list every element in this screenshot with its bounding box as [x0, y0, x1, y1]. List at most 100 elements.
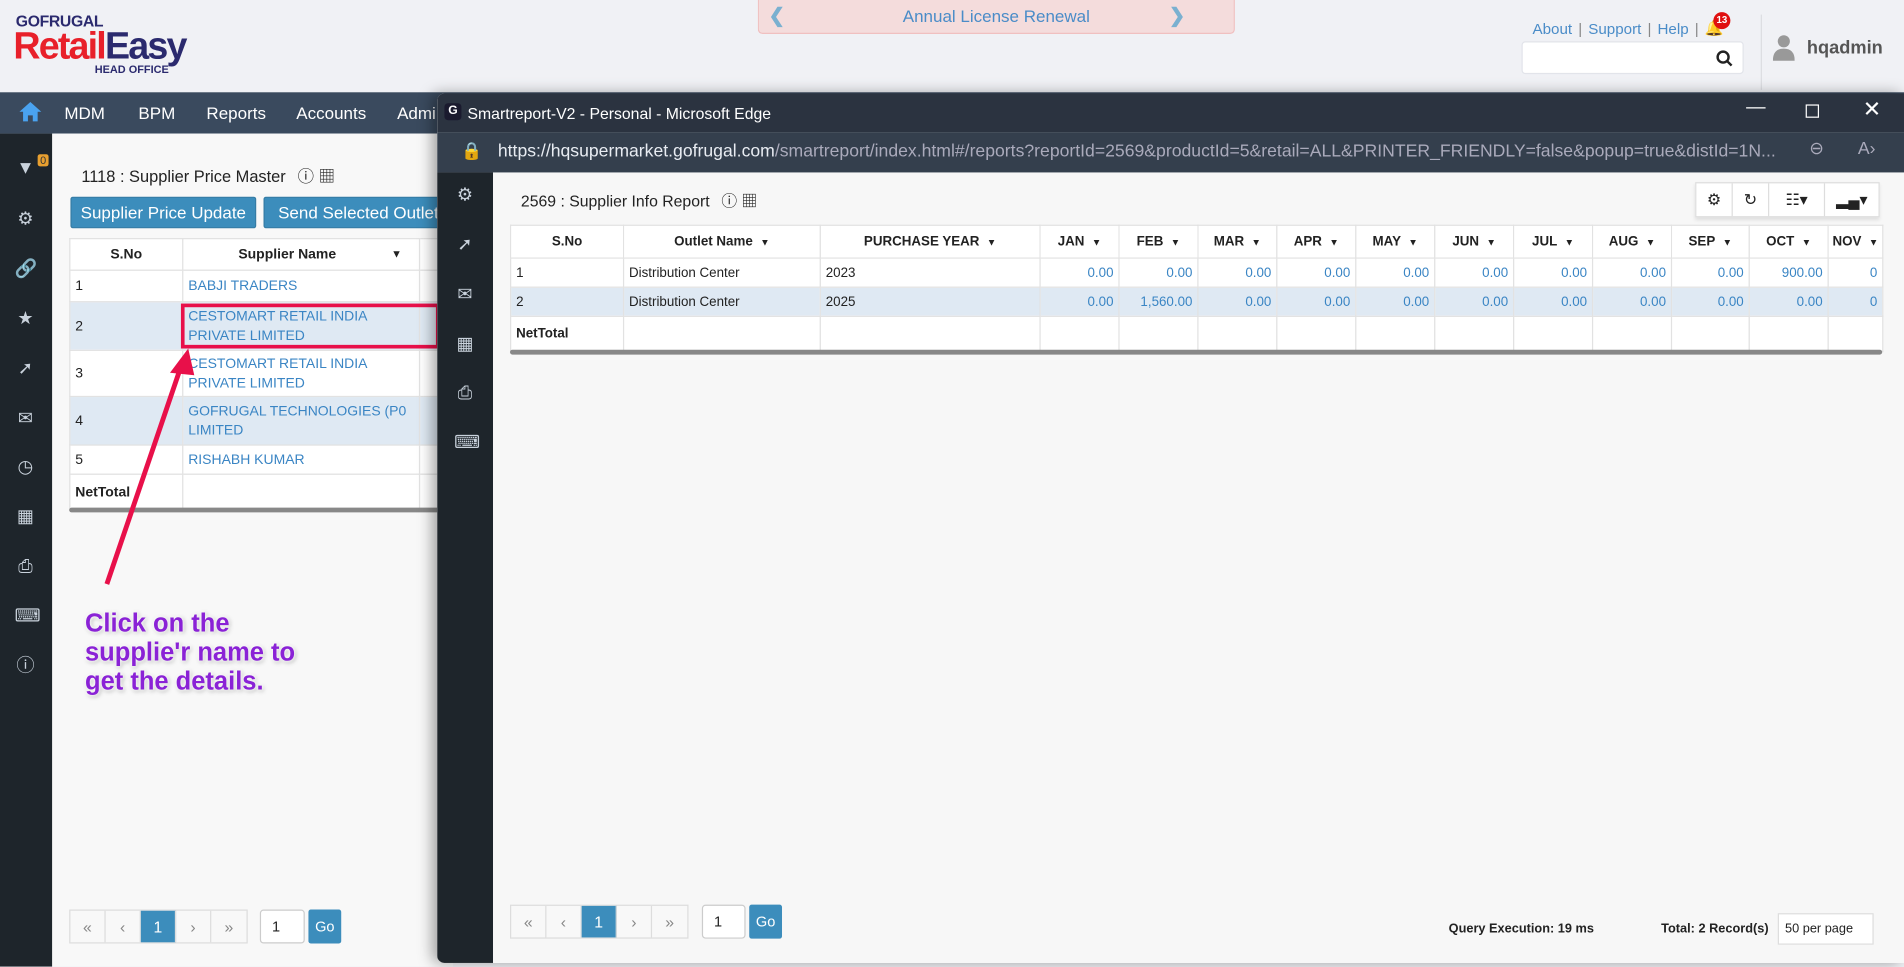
- user-avatar-icon[interactable]: [1772, 33, 1795, 62]
- col-nov[interactable]: NOV ▼: [1827, 224, 1884, 259]
- col-mar[interactable]: MAR ▼: [1197, 224, 1278, 259]
- go-button[interactable]: Go: [308, 909, 342, 944]
- keyboard-icon[interactable]: ⌨: [454, 432, 480, 454]
- go-button[interactable]: Go: [749, 904, 783, 939]
- sort-caret-icon[interactable]: ▼: [1646, 237, 1656, 248]
- send-selected-outlet-button[interactable]: Send Selected Outlet: [263, 196, 446, 229]
- month-value-cell[interactable]: 0.00: [1591, 286, 1673, 317]
- page-1-button[interactable]: 1: [140, 910, 177, 943]
- nav-reports[interactable]: Reports: [206, 103, 266, 122]
- refresh-icon[interactable]: ↻: [1733, 183, 1770, 217]
- keyboard-icon[interactable]: ⌨: [15, 606, 41, 628]
- star-icon[interactable]: ★: [15, 308, 37, 330]
- page-1-button[interactable]: 1: [581, 905, 617, 938]
- maximize-button[interactable]: [1805, 104, 1820, 118]
- sort-caret-icon[interactable]: ▼: [987, 237, 997, 248]
- nav-accounts[interactable]: Accounts: [296, 103, 366, 122]
- address-bar[interactable]: 🔒 https://hqsupermarket.gofrugal.com/sma…: [437, 132, 1904, 173]
- col-jan[interactable]: JAN ▼: [1039, 224, 1120, 259]
- col-aug[interactable]: AUG ▼: [1591, 224, 1673, 259]
- sort-caret-icon[interactable]: ▼: [1723, 237, 1733, 248]
- last-page-button[interactable]: »: [652, 906, 687, 938]
- supplier-name-link[interactable]: CESTOMART RETAIL INDIA PRIVATE LIMITED: [182, 349, 421, 398]
- month-value-cell[interactable]: 0.00: [1434, 257, 1515, 288]
- filter-icon[interactable]: ▼: [15, 158, 37, 180]
- help-circle-icon[interactable]: ⓘ: [721, 192, 737, 210]
- brand-logo[interactable]: RetailEasy: [13, 26, 187, 66]
- lock-icon[interactable]: 🔒: [461, 141, 482, 162]
- config-icon[interactable]: ⚙: [1696, 183, 1733, 217]
- month-value-cell[interactable]: 0: [1827, 286, 1884, 317]
- settings-icon[interactable]: ⚙: [15, 209, 37, 231]
- page-number-input[interactable]: 1: [701, 904, 746, 939]
- about-link[interactable]: About: [1532, 20, 1572, 37]
- sort-caret-icon[interactable]: ▼: [760, 237, 770, 248]
- month-value-cell[interactable]: 0.00: [1039, 286, 1120, 317]
- month-value-cell[interactable]: 900.00: [1748, 257, 1829, 288]
- supplier-price-update-button[interactable]: Supplier Price Update: [70, 196, 257, 229]
- sort-caret-icon[interactable]: ▼: [1092, 237, 1102, 248]
- print-icon[interactable]: ⎙: [454, 383, 476, 405]
- nav-bpm[interactable]: BPM: [138, 103, 175, 122]
- col-feb[interactable]: FEB ▼: [1118, 224, 1199, 259]
- nav-admin[interactable]: Admi: [397, 103, 436, 122]
- prev-page-button[interactable]: ‹: [106, 910, 141, 943]
- month-value-cell[interactable]: 0.00: [1276, 286, 1357, 317]
- home-icon[interactable]: [18, 100, 42, 124]
- last-page-button[interactable]: »: [211, 911, 246, 943]
- month-value-cell[interactable]: 0.00: [1197, 286, 1278, 317]
- help-link[interactable]: Help: [1657, 20, 1688, 37]
- sort-caret-icon[interactable]: ▼: [1486, 237, 1496, 248]
- help-icon[interactable]: ⓘ: [15, 656, 37, 678]
- col-may[interactable]: MAY ▼: [1355, 224, 1436, 259]
- sort-caret-icon[interactable]: ▼: [1802, 237, 1812, 248]
- sort-caret-icon[interactable]: ▼: [1869, 237, 1879, 248]
- first-page-button[interactable]: «: [70, 910, 106, 943]
- column-chooser-icon[interactable]: ▦: [742, 192, 758, 210]
- col-supplier-name[interactable]: Supplier Name ▼: [182, 238, 421, 271]
- export-icon[interactable]: ➚: [454, 234, 476, 256]
- supplier-name-link[interactable]: RISHABH KUMAR: [182, 444, 421, 475]
- sort-caret-icon[interactable]: ▼: [1171, 237, 1181, 248]
- link-icon[interactable]: 🔗: [15, 259, 38, 281]
- sort-caret-icon[interactable]: ▼: [1251, 237, 1261, 248]
- month-value-cell[interactable]: 0.00: [1197, 257, 1278, 288]
- month-value-cell[interactable]: 0.00: [1118, 257, 1199, 288]
- sort-caret-icon[interactable]: ▼: [1408, 237, 1418, 248]
- banner-prev-icon[interactable]: ❮: [769, 0, 785, 33]
- hierarchy-dropdown-icon[interactable]: ☷▾: [1769, 183, 1826, 217]
- read-aloud-icon[interactable]: A›: [1858, 140, 1876, 159]
- search-icon[interactable]: [1716, 50, 1733, 67]
- month-value-cell[interactable]: 0.00: [1355, 257, 1436, 288]
- col-sep[interactable]: SEP ▼: [1670, 224, 1750, 259]
- chart-export-icon[interactable]: ▦: [15, 506, 37, 528]
- month-value-cell[interactable]: 0.00: [1513, 286, 1594, 317]
- mail-icon[interactable]: ✉: [454, 284, 476, 306]
- banner-next-icon[interactable]: ❯: [1169, 0, 1185, 33]
- month-value-cell[interactable]: 0.00: [1748, 286, 1829, 317]
- prev-page-button[interactable]: ‹: [546, 905, 582, 938]
- page-number-input[interactable]: 1: [259, 909, 305, 944]
- mail-icon[interactable]: ✉: [15, 408, 37, 430]
- supplier-name-link[interactable]: GOFRUGAL TECHNOLOGIES (P0 LIMITED: [182, 395, 421, 446]
- first-page-button[interactable]: «: [511, 905, 547, 938]
- table-row[interactable]: 2 Distribution Center 2025 0.00 1,560.00 0.00…: [510, 286, 1884, 317]
- next-page-button[interactable]: ›: [617, 905, 653, 938]
- month-value-cell[interactable]: 0: [1827, 257, 1884, 288]
- col-sno[interactable]: S.No: [69, 238, 184, 271]
- url-text[interactable]: https://hqsupermarket.gofrugal.com/smart…: [498, 142, 1776, 161]
- month-value-cell[interactable]: 0.00: [1670, 257, 1750, 288]
- close-button[interactable]: ✕: [1863, 97, 1881, 123]
- supplier-name-link[interactable]: BABJI TRADERS: [182, 269, 421, 303]
- horizontal-scrollbar[interactable]: [510, 349, 1883, 355]
- month-value-cell[interactable]: 0.00: [1591, 257, 1673, 288]
- clock-icon[interactable]: ◷: [15, 457, 37, 479]
- zoom-out-icon[interactable]: ⊖: [1809, 140, 1824, 159]
- month-value-cell[interactable]: 0.00: [1513, 257, 1594, 288]
- month-value-cell[interactable]: 0.00: [1670, 286, 1750, 317]
- sort-caret-icon[interactable]: ▼: [1329, 237, 1339, 248]
- month-value-cell[interactable]: 0.00: [1434, 286, 1515, 317]
- license-banner[interactable]: ❮ Annual License Renewal ❯: [757, 0, 1235, 35]
- col-s-no[interactable]: S.No: [510, 224, 625, 259]
- month-value-cell[interactable]: 0.00: [1276, 257, 1357, 288]
